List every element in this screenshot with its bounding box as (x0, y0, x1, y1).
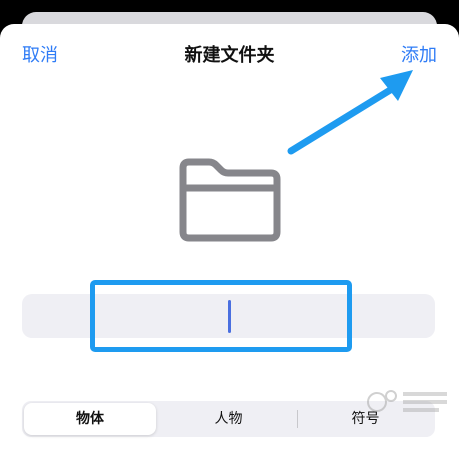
watermark-logo (367, 390, 447, 412)
